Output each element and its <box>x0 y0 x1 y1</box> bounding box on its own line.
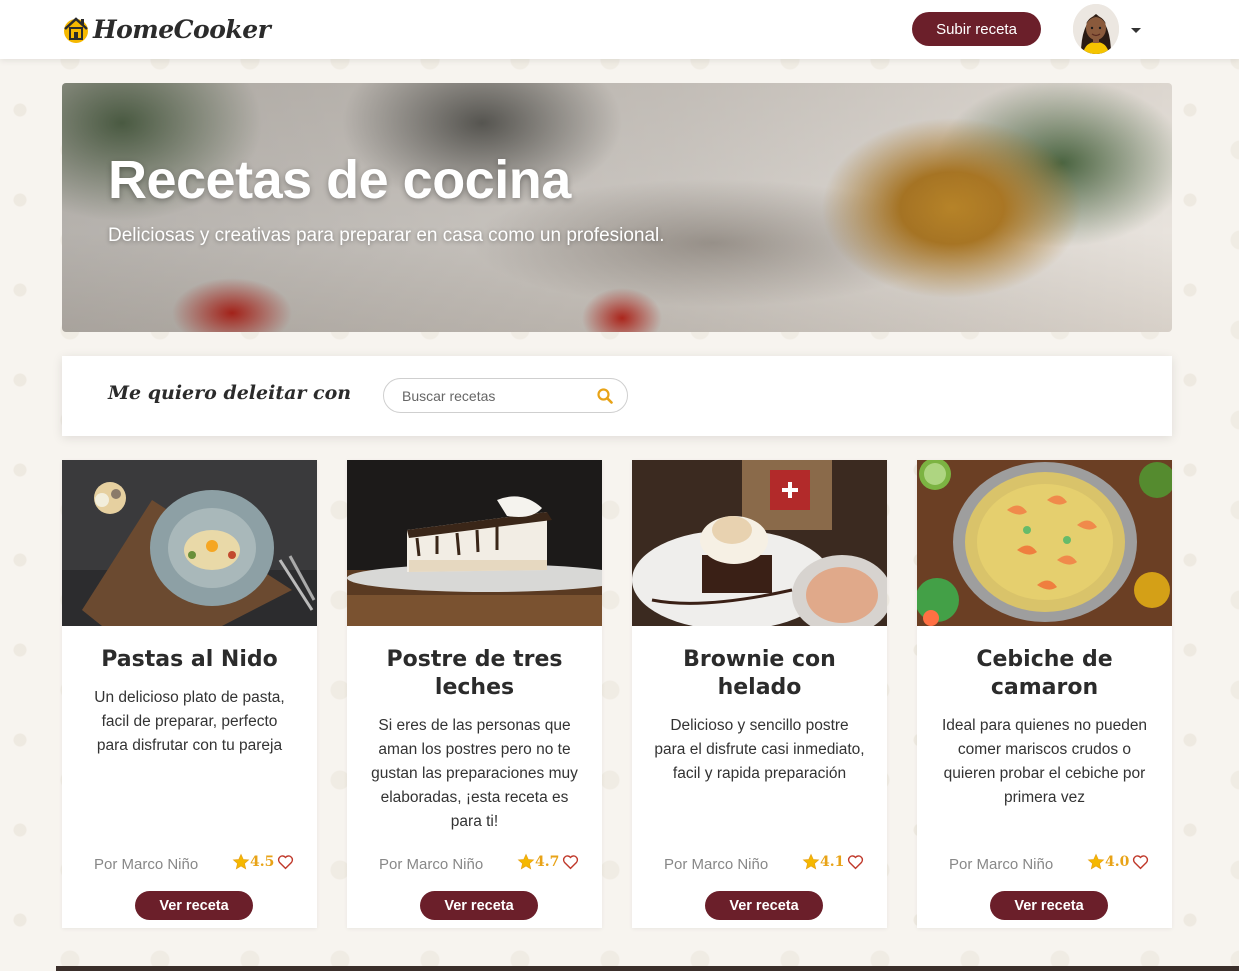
hero-title: Recetas de cocina <box>108 150 571 210</box>
recipe-rating: 4.0 <box>1087 853 1149 871</box>
recipe-description: Si eres de las personas que aman los pos… <box>371 717 578 830</box>
recipe-author: Por Marco Niño <box>379 856 484 873</box>
recipe-card: Pastas al Nido Un delicioso plato de pas… <box>62 460 317 928</box>
rating-value: 4.1 <box>820 854 845 870</box>
recipe-image-cebiche[interactable] <box>917 460 1172 626</box>
recipe-image-pasta[interactable] <box>62 460 317 626</box>
logo-text: HomeCooker <box>93 14 271 44</box>
search-panel: Me quiero deleitar con <box>62 356 1172 436</box>
hero-subtitle: Deliciosas y creativas para preparar en … <box>108 225 665 246</box>
star-icon <box>1087 853 1105 871</box>
recipe-image-brownie[interactable] <box>632 460 887 626</box>
heart-icon[interactable] <box>847 854 864 870</box>
recipe-author: Por Marco Niño <box>664 856 769 873</box>
heart-icon[interactable] <box>1132 854 1149 870</box>
upload-recipe-button[interactable]: Subir receta <box>912 12 1041 46</box>
search-input[interactable] <box>402 379 592 412</box>
recipe-card: Postre de tres leches Si eres de las per… <box>347 460 602 928</box>
rating-value: 4.7 <box>535 854 560 870</box>
view-recipe-button[interactable]: Ver receta <box>420 891 538 920</box>
heart-icon[interactable] <box>277 854 294 870</box>
user-avatar[interactable] <box>1073 4 1119 54</box>
heart-icon[interactable] <box>562 854 579 870</box>
recipe-title[interactable]: Brownie con helado <box>652 646 867 702</box>
recipe-title[interactable]: Pastas al Nido <box>82 646 297 674</box>
recipe-description: Delicioso y sencillo postre para el disf… <box>654 717 865 782</box>
rating-value: 4.0 <box>1105 854 1130 870</box>
hero-banner: Recetas de cocina Deliciosas y creativas… <box>62 83 1172 332</box>
recipe-rating: 4.1 <box>802 853 864 871</box>
footer-edge <box>56 966 1239 971</box>
view-recipe-button[interactable]: Ver receta <box>990 891 1108 920</box>
recipe-author: Por Marco Niño <box>94 856 199 873</box>
search-label: Me quiero deleitar con <box>108 382 352 404</box>
search-icon[interactable] <box>597 388 613 404</box>
top-navbar: HomeCooker Subir receta <box>0 0 1239 59</box>
view-recipe-button[interactable]: Ver receta <box>705 891 823 920</box>
house-logo-icon <box>61 13 91 45</box>
rating-value: 4.5 <box>250 854 275 870</box>
view-recipe-button[interactable]: Ver receta <box>135 891 253 920</box>
recipe-author: Por Marco Niño <box>949 856 1054 873</box>
recipe-description: Un delicioso plato de pasta, facil de pr… <box>94 689 285 754</box>
caret-down-icon[interactable] <box>1130 22 1142 33</box>
recipe-rating: 4.7 <box>517 853 579 871</box>
recipe-title[interactable]: Postre de tres leches <box>367 646 582 702</box>
homecooker-logo[interactable]: HomeCooker <box>61 9 271 49</box>
star-icon <box>517 853 535 871</box>
recipe-card: Cebiche de camaron Ideal para quienes no… <box>917 460 1172 928</box>
recipe-rating: 4.5 <box>232 853 294 871</box>
recipe-image-tres-leches[interactable] <box>347 460 602 626</box>
star-icon <box>232 853 250 871</box>
recipe-description: Ideal para quienes no pueden comer maris… <box>941 717 1148 806</box>
recipe-card: Brownie con helado Delicioso y sencillo … <box>632 460 887 928</box>
star-icon <box>802 853 820 871</box>
search-box[interactable] <box>383 378 628 413</box>
recipe-title[interactable]: Cebiche de camaron <box>937 646 1152 702</box>
